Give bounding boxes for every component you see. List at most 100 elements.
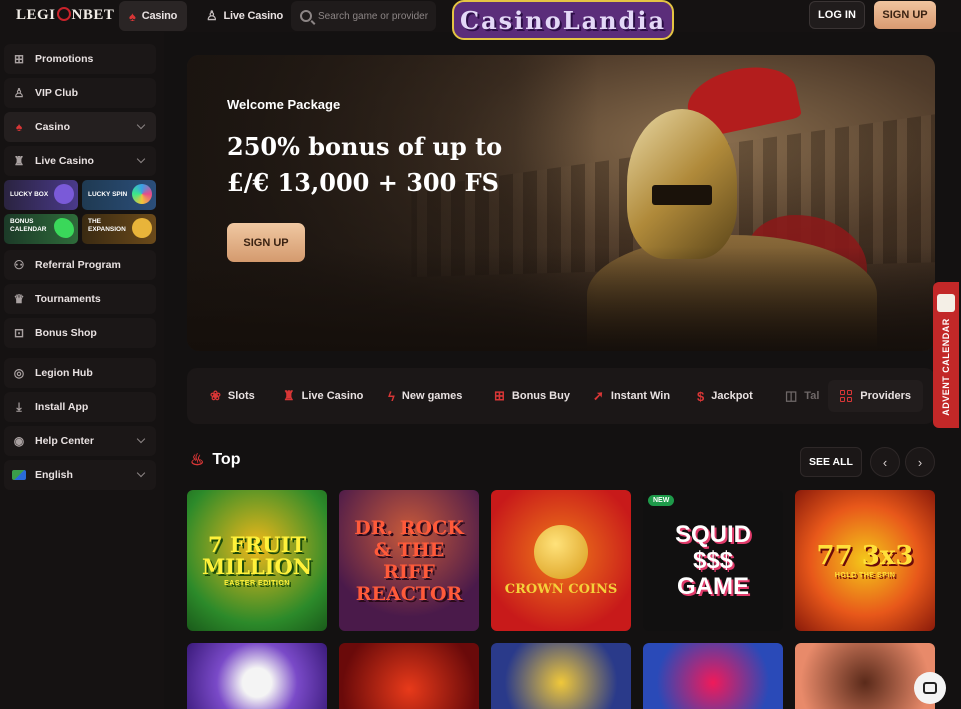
- sidebar-item-label: Live Casino: [35, 155, 94, 167]
- wheel-icon: [132, 184, 152, 204]
- top-header: LEGINBET ♠ Casino ♙ Live Casino CasinoLa…: [0, 0, 961, 40]
- sidebar-item-language[interactable]: English: [4, 460, 156, 490]
- banner-headline: 250% bonus of up to £/€ 13,000 + 300 FS: [227, 129, 502, 201]
- sidebar-item-casino[interactable]: ♠ Casino: [4, 112, 156, 142]
- game-tile[interactable]: DR. ROCK & THE RIFF REACTOR: [339, 490, 479, 631]
- category-slots[interactable]: ❀ Slots: [210, 368, 255, 424]
- game-tile[interactable]: [339, 643, 479, 709]
- see-all-button[interactable]: SEE ALL: [800, 447, 862, 477]
- rocket-icon: ➚: [593, 388, 604, 403]
- promo-label: LUCKY BOX: [10, 191, 49, 198]
- game-tile[interactable]: [187, 643, 327, 709]
- users-icon: ⚇: [13, 258, 25, 272]
- sidebar-item-label: English: [35, 469, 73, 481]
- nav-live-casino-label: Live Casino: [223, 10, 284, 22]
- sidebar-item-label: Install App: [35, 401, 89, 413]
- category-label: Bonus Buy: [511, 390, 570, 402]
- moneybag-icon: $: [697, 388, 705, 404]
- nav-casino[interactable]: ♠ Casino: [119, 1, 188, 31]
- chevron-down-icon: [136, 120, 146, 130]
- category-bonus-buy[interactable]: ⊞ Bonus Buy: [494, 368, 570, 424]
- dealer-icon: ♙: [206, 8, 218, 23]
- gift-box-icon: [54, 184, 74, 204]
- promo-lucky-box[interactable]: LUCKY BOX: [4, 180, 78, 210]
- sidebar-item-label: Tournaments: [35, 293, 101, 305]
- category-bar: ❀ Slots ♜ Live Casino ϟ New games ⊞ Bonu…: [187, 368, 935, 424]
- advent-calendar-label: ADVENT CALENDAR: [941, 318, 951, 416]
- advent-calendar-tab[interactable]: ADVENT CALENDAR: [933, 282, 959, 428]
- chevron-down-icon: [136, 434, 146, 444]
- chevron-left-icon: ‹: [882, 454, 888, 470]
- category-live-casino[interactable]: ♜ Live Casino: [283, 368, 363, 424]
- banner-signup-button[interactable]: SIGN UP: [227, 223, 305, 262]
- sidebar-item-label: Legion Hub: [35, 367, 93, 379]
- sidebar-item-bonus-shop[interactable]: ⊡ Bonus Shop: [4, 318, 156, 348]
- promo-bonus-calendar[interactable]: BONUS CALENDAR: [4, 214, 78, 244]
- category-label: Live Casino: [301, 390, 364, 402]
- grid-icon: [840, 390, 853, 402]
- promo-label: BONUS CALENDAR: [10, 218, 47, 233]
- sidebar-item-promotions[interactable]: ⊞ Promotions: [4, 44, 156, 74]
- category-label: Jackpot: [711, 390, 753, 402]
- search-icon: [300, 10, 312, 22]
- sidebar-item-help-center[interactable]: ◉ Help Center: [4, 426, 156, 456]
- sidebar-item-live-casino[interactable]: ♜ Live Casino: [4, 146, 156, 176]
- game-tile[interactable]: CROWN COINS: [491, 490, 631, 631]
- sidebar-item-legion-hub[interactable]: ◎ Legion Hub: [4, 358, 156, 388]
- category-new-games[interactable]: ϟ New games: [388, 368, 462, 424]
- hero-banner[interactable]: Welcome Package 250% bonus of up to £/€ …: [187, 55, 935, 351]
- category-jackpot[interactable]: $ Jackpot: [697, 368, 753, 424]
- category-instant-win[interactable]: ➚ Instant Win: [593, 368, 670, 424]
- coin-art: [533, 524, 588, 579]
- site-logo[interactable]: LEGI NBET: [16, 7, 114, 24]
- category-label: Instant Win: [610, 390, 671, 402]
- sidebar-item-label: Bonus Shop: [35, 327, 97, 339]
- game-tile[interactable]: [795, 643, 935, 709]
- section-title-label: Top: [212, 451, 241, 468]
- promo-label: THE EXPANSION: [88, 218, 126, 233]
- search-box[interactable]: [291, 1, 436, 31]
- providers-button[interactable]: Providers: [828, 380, 923, 412]
- carousel-next-button[interactable]: ›: [905, 447, 935, 477]
- category-label: Tal: [804, 390, 820, 402]
- gladiator-helmet-art: [627, 109, 737, 259]
- signup-button[interactable]: SIGN UP: [874, 1, 936, 29]
- sidebar-item-install-app[interactable]: ⤓ Install App: [4, 392, 156, 422]
- game-tile[interactable]: 77 3x3 HOLD THE SPIN: [795, 490, 935, 631]
- chevron-down-icon: [136, 468, 146, 478]
- providers-label: Providers: [860, 390, 911, 402]
- game-tile[interactable]: [491, 643, 631, 709]
- chat-icon: [923, 682, 937, 694]
- chevron-down-icon: [136, 154, 146, 164]
- help-icon: ◉: [13, 434, 25, 448]
- category-label: New games: [401, 390, 463, 402]
- search-input[interactable]: [318, 10, 428, 22]
- chat-button[interactable]: [914, 672, 946, 704]
- game-title: 77 3x3: [816, 541, 914, 571]
- promo-label: LUCKY SPIN: [88, 191, 128, 198]
- sidebar-item-tournaments[interactable]: ♛ Tournaments: [4, 284, 156, 314]
- game-tile[interactable]: [643, 643, 783, 709]
- game-tile[interactable]: NEW SQUID $$$ GAME: [643, 490, 783, 631]
- category-label: Slots: [227, 390, 255, 402]
- carousel-prev-button[interactable]: ‹: [870, 447, 900, 477]
- trophy-icon: ♛: [13, 292, 25, 306]
- sidebar: ⊞ Promotions ♙ VIP Club ♠ Casino ♜ Live …: [0, 32, 164, 709]
- sidebar-item-vip-club[interactable]: ♙ VIP Club: [4, 78, 156, 108]
- casinolandia-watermark: CasinoLandia: [452, 0, 675, 40]
- game-title: SQUID $$$ GAME: [674, 520, 751, 600]
- spade-icon: ♠: [129, 8, 136, 24]
- promo-lucky-spin[interactable]: LUCKY SPIN: [82, 180, 156, 210]
- clover-icon: [54, 218, 74, 238]
- category-table[interactable]: ◫ Tal: [785, 368, 819, 424]
- game-title: DR. ROCK & THE RIFF REACTOR: [354, 516, 464, 605]
- login-button[interactable]: LOG IN: [809, 1, 865, 29]
- promo-the-expansion[interactable]: THE EXPANSION: [82, 214, 156, 244]
- game-subtitle: EASTER EDITION: [224, 580, 290, 587]
- game-tile[interactable]: 7 FRUIT MILLION EASTER EDITION: [187, 490, 327, 631]
- sidebar-item-referral[interactable]: ⚇ Referral Program: [4, 250, 156, 280]
- gift-icon: ⊞: [13, 52, 25, 66]
- nav-live-casino[interactable]: ♙ Live Casino: [196, 1, 293, 31]
- crowd-shade: [187, 247, 935, 351]
- download-icon: ⤓: [16, 399, 22, 414]
